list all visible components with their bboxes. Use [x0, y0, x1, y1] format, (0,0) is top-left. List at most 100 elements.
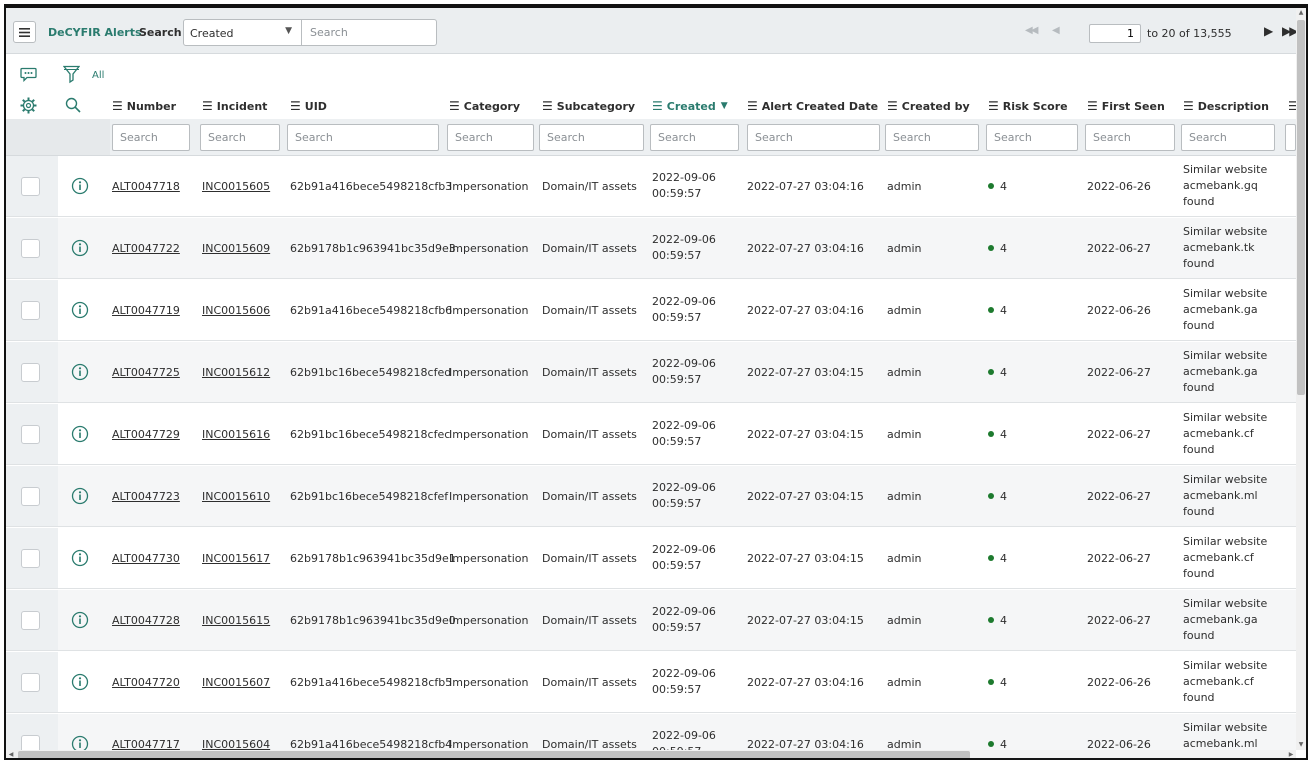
filter-button[interactable]	[62, 64, 80, 84]
incident-link[interactable]: INC0015612	[202, 366, 270, 379]
personalize-list-button[interactable]	[19, 96, 37, 114]
column-menu-icon[interactable]: ☰	[1183, 99, 1194, 113]
incident-link[interactable]: INC0015604	[202, 738, 270, 750]
table-row[interactable]: ALT0047725 INC0015612 62b91bc16bece54982…	[6, 342, 1296, 403]
next-page-icon[interactable]: ▶	[1264, 24, 1273, 38]
search-input[interactable]	[301, 19, 437, 46]
horizontal-scrollbar[interactable]: ◀ ▶	[6, 750, 1296, 758]
prev-page-icon[interactable]: ◀	[1052, 25, 1060, 36]
column-menu-icon[interactable]: ☰	[652, 99, 663, 113]
column-menu-icon[interactable]: ☰	[542, 99, 553, 113]
column-search-incident[interactable]	[200, 124, 280, 151]
column-menu-icon[interactable]: ☰	[202, 99, 213, 113]
search-field-select[interactable]: Created ▼	[183, 19, 302, 46]
table-row[interactable]: ALT0047720 INC0015607 62b91a416bece54982…	[6, 652, 1296, 713]
column-search-uid[interactable]	[287, 124, 439, 151]
incident-link[interactable]: INC0015616	[202, 428, 270, 441]
info-circle-icon[interactable]	[71, 177, 89, 195]
column-header-alert-created-date[interactable]: ☰ Alert Created Date	[747, 99, 878, 113]
alert-number-link[interactable]: ALT0047723	[112, 490, 180, 503]
table-row[interactable]: ALT0047719 INC0015606 62b91a416bece54982…	[6, 280, 1296, 341]
column-header-created-by[interactable]: ☰ Created by	[887, 99, 970, 113]
column-menu-icon[interactable]: ☰	[887, 99, 898, 113]
column-header-category[interactable]: ☰ Category	[449, 99, 520, 113]
incident-link[interactable]: INC0015609	[202, 242, 270, 255]
incident-link[interactable]: INC0015607	[202, 676, 270, 689]
table-row[interactable]: ALT0047722 INC0015609 62b9178b1c963941bc…	[6, 218, 1296, 279]
row-checkbox[interactable]	[21, 735, 40, 750]
comment-button[interactable]	[19, 66, 37, 82]
column-header-created[interactable]: ☰ Created ▼	[652, 99, 728, 113]
info-circle-icon[interactable]	[71, 239, 89, 257]
alert-number-link[interactable]: ALT0047717	[112, 738, 180, 750]
incident-link[interactable]: INC0015606	[202, 304, 270, 317]
info-circle-icon[interactable]	[71, 363, 89, 381]
column-menu-icon[interactable]: ☰	[988, 99, 999, 113]
column-search-category[interactable]	[447, 124, 534, 151]
alert-number-link[interactable]: ALT0047728	[112, 614, 180, 627]
row-checkbox[interactable]	[21, 177, 40, 196]
row-checkbox[interactable]	[21, 425, 40, 444]
row-checkbox[interactable]	[21, 487, 40, 506]
scroll-right-icon[interactable]: ▶	[1286, 750, 1296, 758]
vertical-scrollbar[interactable]: ▲ ▼	[1296, 8, 1306, 750]
column-header-uid[interactable]: ☰ UID	[290, 99, 327, 113]
info-circle-icon[interactable]	[71, 487, 89, 505]
table-row[interactable]: ALT0047723 INC0015610 62b91bc16bece54982…	[6, 466, 1296, 527]
info-circle-icon[interactable]	[71, 611, 89, 629]
alert-number-link[interactable]: ALT0047718	[112, 180, 180, 193]
column-menu-icon[interactable]: ☰	[747, 99, 758, 113]
info-circle-icon[interactable]	[71, 673, 89, 691]
toggle-search-button[interactable]	[64, 96, 82, 114]
column-header-incident[interactable]: ☰ Incident	[202, 99, 267, 113]
table-row[interactable]: ALT0047718 INC0015605 62b91a416bece54982…	[6, 156, 1296, 217]
row-checkbox[interactable]	[21, 611, 40, 630]
column-search-created-by[interactable]	[885, 124, 979, 151]
incident-link[interactable]: INC0015605	[202, 180, 270, 193]
vertical-scrollbar-thumb[interactable]	[1297, 20, 1305, 395]
page-number-input[interactable]	[1089, 24, 1141, 43]
row-checkbox[interactable]	[21, 363, 40, 382]
column-menu-icon[interactable]: ☰	[449, 99, 460, 113]
incident-link[interactable]: INC0015617	[202, 552, 270, 565]
alert-number-link[interactable]: ALT0047725	[112, 366, 180, 379]
column-header-first-seen[interactable]: ☰ First Seen	[1087, 99, 1165, 113]
column-search-number[interactable]	[112, 124, 190, 151]
column-search-alert-created-date[interactable]	[747, 124, 880, 151]
column-header-risk-score[interactable]: ☰ Risk Score	[988, 99, 1068, 113]
alert-number-link[interactable]: ALT0047720	[112, 676, 180, 689]
row-checkbox[interactable]	[21, 239, 40, 258]
column-header-description[interactable]: ☰ Description	[1183, 99, 1269, 113]
row-checkbox[interactable]	[21, 301, 40, 320]
column-search-overflow[interactable]	[1285, 124, 1296, 151]
alert-number-link[interactable]: ALT0047729	[112, 428, 180, 441]
info-circle-icon[interactable]	[71, 425, 89, 443]
alert-number-link[interactable]: ALT0047730	[112, 552, 180, 565]
table-row[interactable]: ALT0047729 INC0015616 62b91bc16bece54982…	[6, 404, 1296, 465]
table-row[interactable]: ALT0047728 INC0015615 62b9178b1c963941bc…	[6, 590, 1296, 651]
row-checkbox[interactable]	[21, 549, 40, 568]
scroll-up-icon[interactable]: ▲	[1296, 8, 1306, 18]
last-page-icon[interactable]: ▶▶	[1282, 24, 1299, 38]
column-menu-icon[interactable]: ☰	[112, 99, 123, 113]
info-circle-icon[interactable]	[71, 735, 89, 750]
incident-link[interactable]: INC0015610	[202, 490, 270, 503]
column-menu-icon[interactable]: ☰	[1087, 99, 1098, 113]
table-row[interactable]: ALT0047730 INC0015617 62b9178b1c963941bc…	[6, 528, 1296, 589]
column-search-description[interactable]	[1181, 124, 1275, 151]
info-circle-icon[interactable]	[71, 549, 89, 567]
column-header-number[interactable]: ☰ Number	[112, 99, 176, 113]
table-row[interactable]: ALT0047717 INC0015604 62b91a416bece54982…	[6, 714, 1296, 750]
list-menu-button[interactable]	[13, 21, 36, 43]
row-checkbox[interactable]	[21, 673, 40, 692]
horizontal-scrollbar-thumb[interactable]	[18, 751, 970, 758]
first-page-icon[interactable]: ◀◀	[1025, 25, 1038, 36]
filter-breadcrumb-all[interactable]: All	[92, 70, 104, 81]
info-circle-icon[interactable]	[71, 301, 89, 319]
column-search-subcategory[interactable]	[539, 124, 644, 151]
scroll-down-icon[interactable]: ▼	[1296, 740, 1306, 750]
incident-link[interactable]: INC0015615	[202, 614, 270, 627]
alert-number-link[interactable]: ALT0047722	[112, 242, 180, 255]
scroll-left-icon[interactable]: ◀	[6, 750, 16, 758]
column-search-first-seen[interactable]	[1085, 124, 1175, 151]
